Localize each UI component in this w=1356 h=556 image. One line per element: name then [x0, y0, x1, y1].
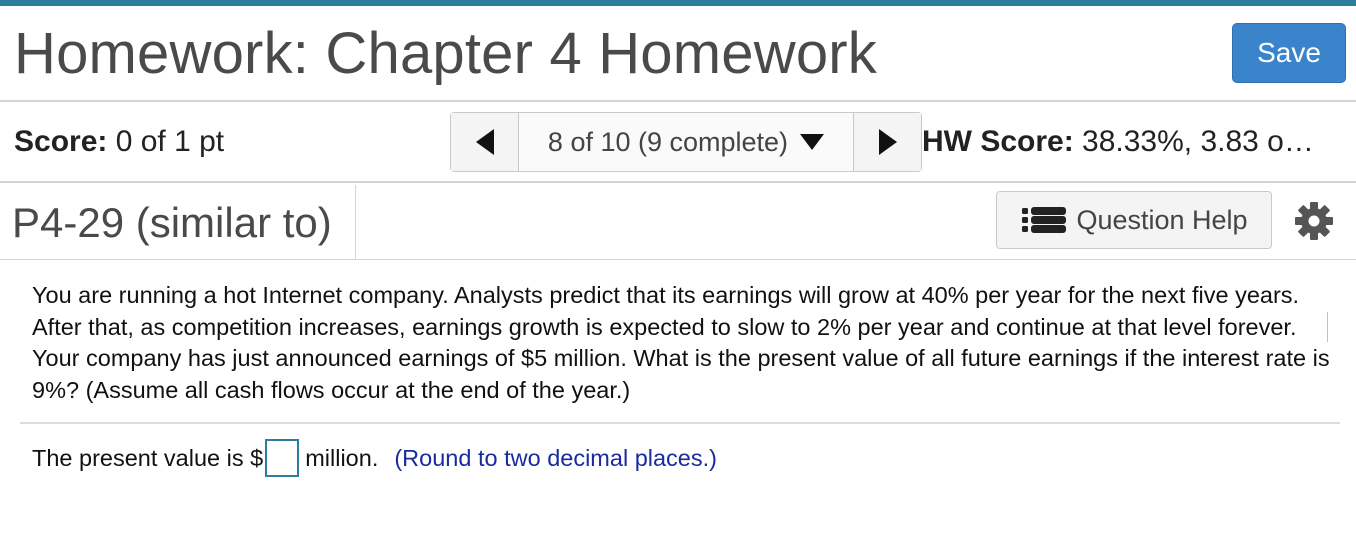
hw-score-value: 38.33%, 3.83 o… — [1082, 125, 1314, 158]
next-question-button[interactable] — [853, 113, 921, 171]
present-value-input[interactable] — [265, 439, 300, 477]
score-label: Score: — [14, 125, 108, 158]
list-icon — [1022, 207, 1067, 233]
previous-arrow-icon — [475, 129, 494, 155]
page-title: Homework: Chapter 4 Homework — [14, 21, 877, 86]
next-arrow-icon — [878, 129, 897, 155]
question-text: You are running a hot Internet company. … — [32, 282, 1330, 403]
question-divider — [20, 422, 1340, 424]
question-help-button[interactable]: Question Help — [996, 191, 1272, 249]
rounding-hint: (Round to two decimal places.) — [394, 444, 717, 471]
answer-suffix: million. — [305, 444, 379, 471]
question-select-dropdown[interactable]: 8 of 10 (9 complete) — [519, 113, 853, 171]
score-bar: Score: 0 of 1 pt 8 of 10 (9 complete) HW… — [0, 103, 1356, 181]
previous-question-button[interactable] — [451, 113, 519, 171]
dropdown-arrow-icon — [800, 134, 825, 150]
question-help-label: Question Help — [1076, 204, 1248, 235]
scroll-caret — [1327, 312, 1328, 342]
problem-header-separator — [355, 185, 356, 259]
problem-header: P4-29 (similar to) Question Help — [0, 183, 1356, 259]
problem-id: P4-29 (similar to) — [12, 199, 332, 246]
hw-score-label: HW Score: — [922, 125, 1074, 158]
answer-row: The present value is $ million. (Round t… — [32, 438, 717, 478]
save-button[interactable]: Save — [1232, 23, 1346, 83]
question-position: 8 of 10 (9 complete) — [547, 126, 789, 157]
header: Homework: Chapter 4 Homework Save — [0, 6, 1356, 100]
hw-score: HW Score: 38.33%, 3.83 o… — [922, 125, 1350, 159]
question-navigator: 8 of 10 (9 complete) — [450, 112, 922, 172]
score-value: 0 of 1 pt — [115, 125, 225, 158]
score: Score: 0 of 1 pt — [14, 125, 224, 159]
gear-icon[interactable] — [1294, 201, 1334, 241]
problem-divider — [0, 259, 1356, 260]
header-divider — [0, 100, 1356, 102]
answer-prefix: The present value is $ — [32, 444, 264, 471]
